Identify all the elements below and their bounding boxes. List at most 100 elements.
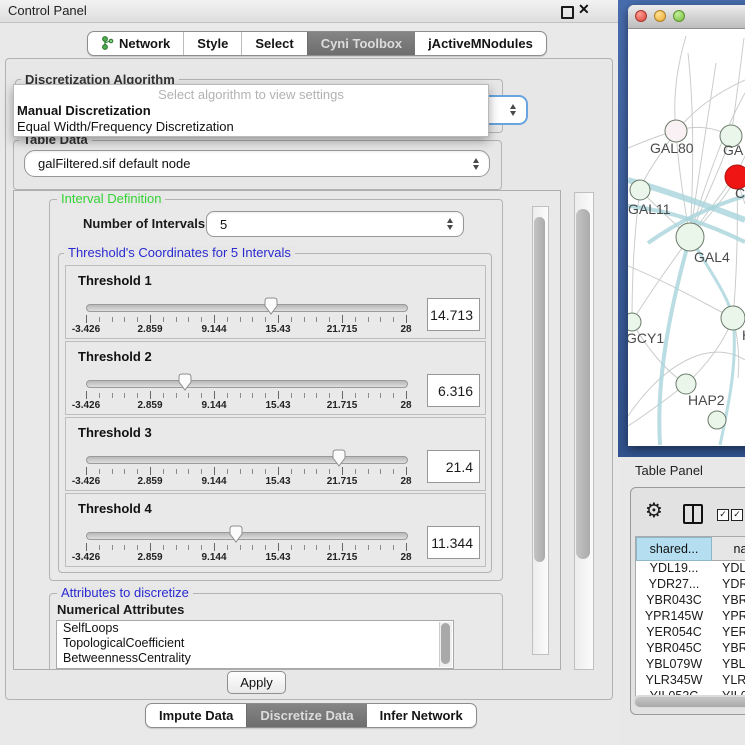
slider-thumb[interactable] [332,449,346,467]
network-edge[interactable] [632,237,690,322]
close-window-icon[interactable] [635,10,647,22]
axis-tick-label: 9.144 [201,552,226,563]
table-row[interactable]: YBR045CYBR0 [636,641,745,657]
cell-name: YDR2 [712,577,745,593]
threshold-value-field[interactable]: 6.316 [427,374,480,407]
column-header-name[interactable]: na [712,537,745,561]
network-icon [101,36,114,51]
table-data-combobox-value: galFiltered.sif default node [38,156,190,171]
tab-jactivemnodules[interactable]: jActiveMNodules [415,32,546,55]
attribute-list-item[interactable]: TopologicalCoefficient [57,636,453,651]
threshold-label: Threshold 1 [78,273,152,288]
network-node-hap2[interactable] [676,374,696,394]
network-edge[interactable] [731,38,744,136]
minimize-window-icon[interactable] [654,10,666,22]
number-of-intervals-value: 5 [220,217,227,232]
apply-button[interactable]: Apply [227,671,286,694]
table-row[interactable]: YLR345WYLR3 [636,673,745,689]
network-node-label: GCY1 [628,330,664,346]
zoom-window-icon[interactable] [673,10,685,22]
panel-scrollbar[interactable] [574,192,594,670]
axis-tick-label: 2.859 [137,324,162,335]
settings-scroll-pane: Interval Definition Number of Intervals … [13,190,561,670]
numerical-attributes-list[interactable]: SelfLoopsTopologicalCoefficientBetweenne… [56,620,454,669]
tab-impute-data[interactable]: Impute Data [146,704,246,727]
network-node-gcy1[interactable] [628,313,641,331]
axis-tick-label: 28 [400,324,411,335]
cell-name: YDL1 [712,561,745,577]
network-edge[interactable] [676,80,745,131]
cell-shared-name: YDL19... [636,561,712,577]
network-edge[interactable] [628,384,686,426]
network-edge[interactable] [675,36,686,131]
network-node-gal11[interactable] [630,180,650,200]
network-window-titlebar[interactable] [628,5,745,29]
cell-shared-name: YLR345W [636,673,712,689]
threshold-label: Threshold 3 [78,425,152,440]
attribute-list-item[interactable]: BetweennessCentrality [57,651,453,666]
tab-label: Style [197,32,228,55]
attribute-list-item[interactable]: SelfLoops [57,621,453,636]
slider-track[interactable] [86,304,408,312]
slider-thumb[interactable] [264,297,278,315]
slider-track[interactable] [86,456,408,464]
axis-tick-label: -3.426 [72,552,100,563]
table-row[interactable]: YER054CYER0 [636,625,745,641]
threshold-value-field[interactable]: 14.713 [427,298,480,331]
table-horizontal-scrollbar[interactable] [633,695,745,708]
network-graph[interactable]: GAL80GACGAL11GAL4GCY1HHAP2 [628,28,745,446]
inner-scrollbar[interactable] [532,206,549,655]
menu-item-manual-discretization[interactable]: Manual Discretization [17,103,151,118]
float-window-icon[interactable] [561,6,574,19]
axis-tick-label: 2.859 [137,476,162,487]
checkbox-icon[interactable]: ✓ [717,509,729,521]
threshold-value-field[interactable]: 21.4 [427,450,480,483]
tab-infer-network[interactable]: Infer Network [367,704,476,727]
column-header-shared-name[interactable]: shared... [636,537,712,561]
split-view-icon[interactable] [683,504,703,524]
tab-select[interactable]: Select [241,32,306,55]
network-node-gal4[interactable] [676,223,704,251]
checkbox-icon[interactable]: ✓ [731,509,743,521]
table-header-row: shared... na [636,537,745,561]
table-row[interactable]: YDL19...YDL1 [636,561,745,577]
axis-tick-label: 28 [400,476,411,487]
slider-thumb[interactable] [178,373,192,391]
threshold-value-field[interactable]: 11.344 [427,526,480,559]
cell-shared-name: YDR27... [636,577,712,593]
tab-cyni-toolbox[interactable]: Cyni Toolbox [307,32,415,55]
slider-thumb[interactable] [229,525,243,543]
close-icon[interactable]: ✕ [578,1,590,18]
axis-tick-label: 21.715 [327,400,358,411]
attributes-group-label: Attributes to discretize [57,586,193,599]
tab-label: Impute Data [159,704,233,727]
gear-icon[interactable]: ⚙ [645,500,663,520]
node-table-card: ⚙ ✓ ✓ shared... na YDL19...YDL1YDR27...Y… [630,487,745,715]
menu-item-equal-width-frequency[interactable]: Equal Width/Frequency Discretization [17,119,234,134]
tab-network[interactable]: Network [88,32,183,55]
network-node[interactable] [708,411,726,429]
network-node-gal80[interactable] [665,120,687,142]
control-panel-title: Control Panel [8,0,87,22]
table-row[interactable]: YPR145WYPR1 [636,609,745,625]
attributes-list-scrollbar[interactable] [439,622,452,667]
cyni-bottom-tabbar: Impute Data Discretize DataInfer Network [145,703,477,728]
table-row[interactable]: YDR27...YDR2 [636,577,745,593]
table-row[interactable]: YBL079WYBL0 [636,657,745,673]
slider-track[interactable] [86,380,408,388]
slider-track[interactable] [86,532,408,540]
network-node-label: GAL11 [628,201,671,217]
axis-tick-label: 21.715 [327,552,358,563]
table-data-combobox[interactable]: galFiltered.sif default node [24,150,490,177]
tab-style[interactable]: Style [183,32,241,55]
threshold-label: Threshold 4 [78,501,152,516]
tab-label: Cyni Toolbox [321,32,402,55]
algorithm-placeholder-option[interactable]: Select algorithm to view settings [14,87,488,102]
tab-discretize-data[interactable]: Discretize Data [246,704,366,727]
axis-tick-label: 9.144 [201,400,226,411]
network-view-window[interactable]: GAL80GACGAL11GAL4GCY1HHAP2 [628,5,745,446]
number-of-intervals-combobox[interactable]: 5 [206,211,464,237]
table-row[interactable]: YBR043CYBR0 [636,593,745,609]
algorithm-dropdown-popup: Select algorithm to view settings Manual… [13,84,489,137]
numerical-attributes-label: Numerical Attributes [57,602,184,617]
